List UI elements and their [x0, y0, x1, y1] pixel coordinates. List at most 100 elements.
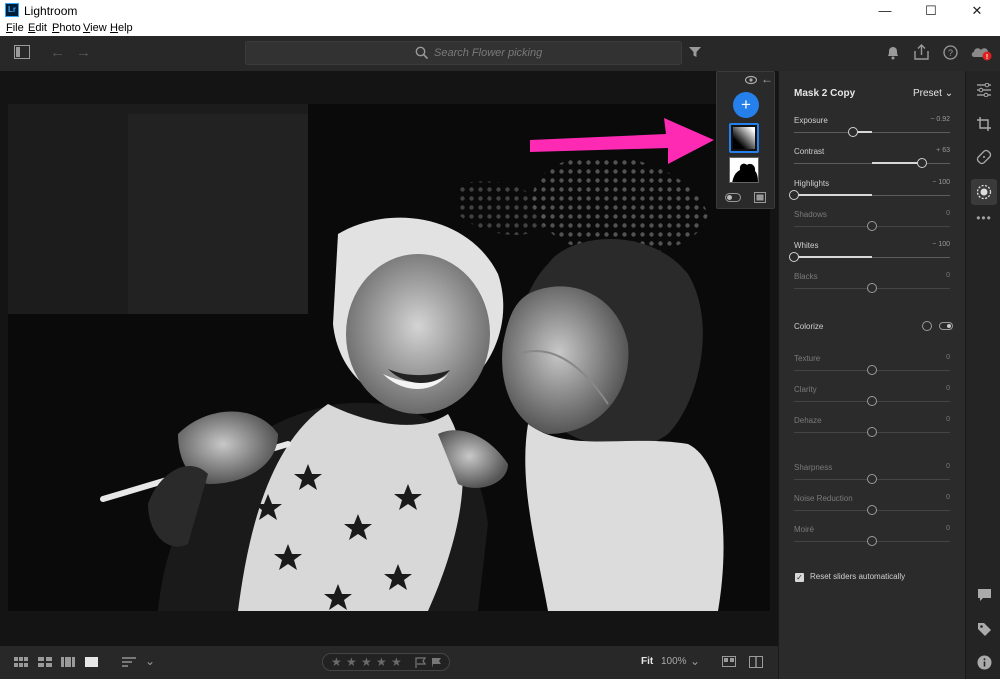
slider-thumb[interactable]: [867, 536, 877, 546]
colorize-toggle[interactable]: [939, 322, 953, 330]
photo-preview[interactable]: [8, 104, 770, 611]
healing-bandage-icon[interactable]: [975, 149, 993, 168]
search-icon: [415, 46, 429, 60]
slider-value[interactable]: − 100: [932, 241, 950, 248]
menu-view[interactable]: View: [83, 22, 107, 34]
slider-thumb[interactable]: [867, 505, 877, 515]
fit-button[interactable]: Fit: [641, 656, 653, 667]
before-after-icon[interactable]: [722, 656, 736, 670]
star-icon[interactable]: ★: [331, 655, 342, 669]
slider-value[interactable]: 0: [946, 210, 950, 217]
sort-chevron-down-icon[interactable]: ⌄: [145, 654, 155, 668]
minimize-button[interactable]: —: [862, 0, 908, 21]
comment-icon[interactable]: [975, 588, 993, 605]
cloud-sync-alert-icon[interactable]: !: [971, 44, 993, 65]
panel-toggle-icon[interactable]: [14, 45, 30, 62]
edit-sliders-icon[interactable]: [975, 82, 993, 100]
help-icon[interactable]: ?: [943, 45, 958, 63]
color-swatch-icon[interactable]: [922, 321, 932, 331]
zoom-chevron-down-icon[interactable]: ⌄: [690, 654, 700, 668]
menu-edit[interactable]: Edit: [28, 22, 47, 34]
slider-value[interactable]: 0: [946, 494, 950, 501]
slider-value[interactable]: 0: [946, 416, 950, 423]
close-button[interactable]: ✕: [954, 0, 1000, 21]
reset-sliders-checkbox[interactable]: ✓ Reset sliders automatically: [795, 572, 905, 582]
slider-highlights[interactable]: Highlights − 100: [789, 179, 952, 207]
menu-photo[interactable]: Photo: [52, 22, 81, 34]
slider-texture[interactable]: Texture 0: [794, 354, 952, 382]
back-arrow-icon[interactable]: ←: [50, 45, 65, 60]
search-placeholder: Search Flower picking: [434, 47, 543, 59]
square-grid-view-icon[interactable]: [38, 656, 52, 670]
slider-value[interactable]: − 100: [932, 179, 950, 186]
maximize-button[interactable]: ☐: [908, 0, 954, 21]
sort-icon[interactable]: [122, 656, 136, 670]
slider-thumb[interactable]: [867, 396, 877, 406]
forward-arrow-icon[interactable]: →: [76, 45, 91, 60]
slider-dehaze[interactable]: Dehaze 0: [794, 416, 952, 444]
slider-exposure[interactable]: Exposure − 0.92: [794, 116, 952, 144]
slider-thumb[interactable]: [867, 221, 877, 231]
star-icon[interactable]: ★: [376, 655, 387, 669]
flag-reject-icon[interactable]: [431, 657, 442, 668]
crop-icon[interactable]: [975, 116, 993, 135]
slider-whites[interactable]: Whites − 100: [789, 241, 952, 269]
masking-tool-active[interactable]: [971, 179, 997, 205]
mask-thumbnail-selected[interactable]: [729, 123, 759, 153]
more-options-icon[interactable]: •••: [975, 211, 993, 225]
zoom-level[interactable]: 100%: [661, 656, 687, 667]
slider-clarity[interactable]: Clarity 0: [794, 385, 952, 413]
eye-visibility-icon[interactable]: [745, 75, 757, 85]
collapse-arrow-icon[interactable]: ←: [761, 72, 773, 86]
slider-thumb[interactable]: [789, 190, 799, 200]
compare-split-icon[interactable]: [749, 656, 763, 671]
menu-file[interactable]: File: [6, 22, 24, 34]
slider-value[interactable]: − 0.92: [930, 116, 950, 123]
menu-help[interactable]: Help: [110, 22, 133, 34]
slider-blacks[interactable]: Blacks 0: [794, 272, 952, 300]
slider-thumb[interactable]: [789, 252, 799, 262]
flag-pick-icon[interactable]: [415, 657, 426, 668]
notifications-bell-icon[interactable]: [886, 45, 900, 63]
detail-view-icon[interactable]: [85, 656, 98, 670]
slider-thumb[interactable]: [916, 158, 927, 168]
slider-value[interactable]: 0: [946, 525, 950, 532]
window-title: Lightroom: [24, 4, 78, 18]
filmstrip-view-icon[interactable]: [61, 656, 75, 670]
keyword-tag-icon[interactable]: [975, 622, 993, 640]
slider-thumb[interactable]: [848, 127, 859, 137]
filter-icon[interactable]: [689, 46, 701, 61]
slider-shadows[interactable]: Shadows 0: [794, 210, 952, 238]
slider-thumb[interactable]: [867, 427, 877, 437]
star-icon[interactable]: ★: [346, 655, 357, 669]
share-icon[interactable]: [914, 44, 929, 63]
slider-thumb[interactable]: [867, 474, 877, 484]
slider-noise-reduction[interactable]: Noise Reduction 0: [794, 494, 952, 522]
slider-label: Sharpness: [794, 463, 833, 472]
slider-track[interactable]: [794, 132, 950, 133]
slider-value[interactable]: 0: [946, 272, 950, 279]
star-rating[interactable]: ★ ★ ★ ★ ★: [322, 653, 450, 671]
add-mask-button[interactable]: +: [733, 92, 759, 118]
slider-value[interactable]: + 63: [936, 147, 950, 154]
slider-contrast[interactable]: Contrast + 63: [794, 147, 952, 175]
grid-view-icon[interactable]: [14, 656, 28, 670]
slider-thumb[interactable]: [867, 283, 877, 293]
star-icon[interactable]: ★: [391, 655, 402, 669]
preset-dropdown[interactable]: Preset ⌄: [913, 88, 953, 99]
slider-value[interactable]: 0: [946, 463, 950, 470]
slider-moir[interactable]: Moiré 0: [794, 525, 952, 553]
slider-sharpness[interactable]: Sharpness 0: [794, 463, 952, 491]
slider-thumb[interactable]: [867, 365, 877, 375]
star-icon[interactable]: ★: [361, 655, 372, 669]
info-icon[interactable]: [975, 655, 993, 673]
overlay-options-icon[interactable]: [754, 192, 766, 203]
slider-value[interactable]: 0: [946, 354, 950, 361]
slider-label: Clarity: [794, 385, 817, 394]
overlay-toggle[interactable]: [725, 193, 741, 202]
mask-thumbnail[interactable]: [729, 157, 759, 183]
search-field[interactable]: Search Flower picking: [245, 41, 682, 65]
slider-value[interactable]: 0: [946, 385, 950, 392]
masking-icon: [976, 184, 992, 200]
image-workspace[interactable]: ← +: [0, 71, 778, 646]
